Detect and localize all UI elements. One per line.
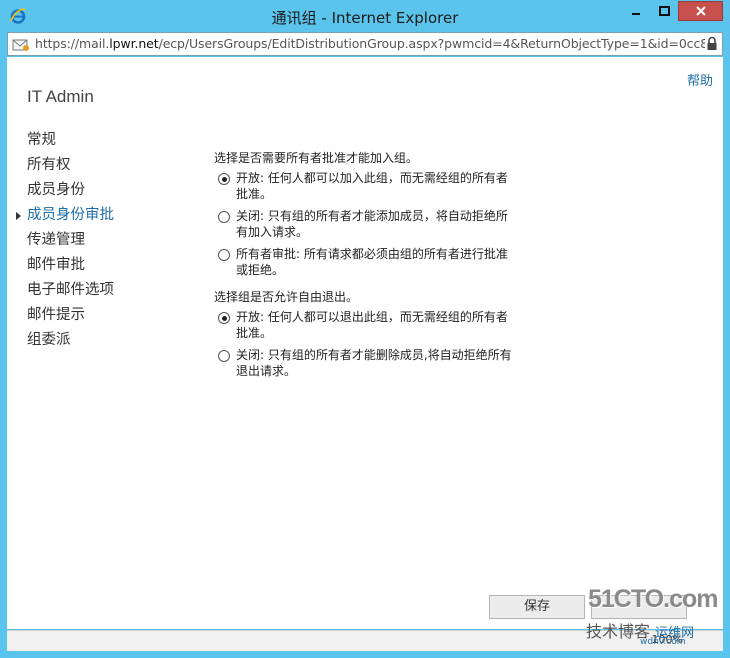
window-title: 通讯组 - Internet Explorer [271, 9, 459, 27]
mail-page-icon [12, 37, 30, 51]
nav-item-label: 所有权 [27, 157, 71, 173]
leave-open-radio[interactable] [218, 312, 230, 324]
radio-label: 开放: 任何人都可以退出此组，而无需经组的所有者批准。 [236, 310, 508, 340]
close-icon [695, 2, 707, 21]
nav-item-label: 成员身份 [27, 182, 85, 198]
nav-item-label: 邮件审批 [27, 257, 85, 273]
url-host: lpwr.net [109, 36, 159, 51]
minimize-icon [630, 2, 642, 21]
nav-item-label: 传递管理 [27, 232, 85, 248]
watermark-sub-text: wdnv.com [640, 637, 686, 647]
maximize-button[interactable] [650, 1, 677, 21]
nav-item-group-delegation[interactable]: 组委派 [27, 329, 114, 354]
minimize-button[interactable] [622, 1, 649, 21]
join-open-radio[interactable] [218, 173, 230, 185]
nav-item-ownership[interactable]: 所有权 [27, 154, 114, 179]
join-option-owner-approval[interactable]: 所有者审批: 所有请求都必须由组的所有者进行批准或拒绝。 [214, 247, 514, 278]
nav-item-membership[interactable]: 成员身份 [27, 179, 114, 204]
site-watermark: 51CTO.com 技术博客 运维网 wdnv.com [582, 585, 722, 647]
nav-item-label: 邮件提示 [27, 307, 85, 323]
radio-label: 关闭: 只有组的所有者才能删除成员,将自动拒绝所有退出请求。 [236, 348, 512, 378]
nav-item-label: 常规 [27, 132, 56, 148]
nav-item-general[interactable]: 常规 [27, 129, 114, 154]
watermark-top-text: 51CTO.com [588, 585, 718, 613]
nav-item-label: 组委派 [27, 332, 71, 348]
title-bar: 通讯组 - Internet Explorer [0, 0, 730, 32]
page-title: IT Admin [27, 87, 94, 106]
nav-item-mailtip[interactable]: 邮件提示 [27, 304, 114, 329]
nav-item-label: 电子邮件选项 [27, 282, 114, 298]
nav-item-label: 成员身份审批 [27, 207, 114, 223]
leave-closed-radio[interactable] [218, 350, 230, 362]
radio-label: 所有者审批: 所有请求都必须由组的所有者进行批准或拒绝。 [236, 247, 508, 277]
leave-option-open[interactable]: 开放: 任何人都可以退出此组，而无需经组的所有者批准。 [214, 310, 514, 341]
maximize-icon [658, 2, 670, 21]
join-option-open[interactable]: 开放: 任何人都可以加入此组，而无需经组的所有者批准。 [214, 171, 514, 202]
content-area: 帮助 IT Admin 常规 所有权 成员身份 成员身份审批 传递管理 邮件审批… [7, 57, 723, 629]
url-prefix: https://mail. [35, 36, 110, 51]
membership-approval-form: 选择是否需要所有者批准才能加入组。 开放: 任何人都可以加入此组，而无需经组的所… [214, 149, 514, 386]
help-link[interactable]: 帮助 [687, 70, 713, 89]
leave-section-label: 选择组是否允许自由退出。 [214, 290, 359, 304]
nav-item-delivery-management[interactable]: 传递管理 [27, 229, 114, 254]
join-section-label: 选择是否需要所有者批准才能加入组。 [214, 151, 419, 165]
sidebar-nav: 常规 所有权 成员身份 成员身份审批 传递管理 邮件审批 电子邮件选项 邮件提示… [16, 129, 114, 354]
join-closed-radio[interactable] [218, 211, 230, 223]
nav-item-email-options[interactable]: 电子邮件选项 [27, 279, 114, 304]
leave-option-closed[interactable]: 关闭: 只有组的所有者才能删除成员,将自动拒绝所有退出请求。 [214, 348, 514, 379]
close-button[interactable] [678, 1, 723, 21]
radio-label: 关闭: 只有组的所有者才能添加成员，将自动拒绝所有加入请求。 [236, 209, 508, 239]
address-url[interactable]: https://mail.lpwr.net/ecp/UsersGroups/Ed… [35, 36, 705, 51]
lock-icon[interactable] [706, 36, 718, 51]
url-path: /ecp/UsersGroups/EditDistributionGroup.a… [158, 36, 705, 51]
selected-arrow-icon [16, 212, 21, 220]
nav-item-message-approval[interactable]: 邮件审批 [27, 254, 114, 279]
nav-item-membership-approval[interactable]: 成员身份审批 [16, 204, 114, 229]
join-owner-approval-radio[interactable] [218, 249, 230, 261]
join-option-closed[interactable]: 关闭: 只有组的所有者才能添加成员，将自动拒绝所有加入请求。 [214, 209, 514, 240]
save-button[interactable]: 保存 [489, 595, 585, 619]
address-bar[interactable]: https://mail.lpwr.net/ecp/UsersGroups/Ed… [7, 32, 723, 56]
radio-label: 开放: 任何人都可以加入此组，而无需经组的所有者批准。 [236, 171, 508, 201]
